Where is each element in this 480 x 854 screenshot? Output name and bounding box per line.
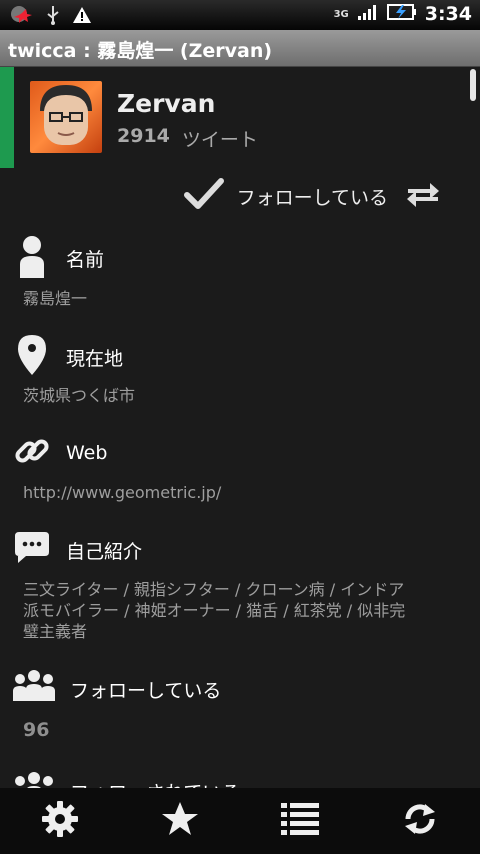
follow-status-row: フォローしている [183, 177, 440, 215]
check-icon [183, 177, 225, 215]
section-title: 現在地 [66, 347, 124, 370]
favorites-button[interactable] [120, 788, 240, 854]
refresh-icon [401, 800, 439, 842]
lists-button[interactable] [240, 788, 360, 854]
star-icon [161, 800, 199, 842]
signal-icon [357, 3, 379, 25]
title-bar: twicca : 霧島煌一 (Zervan) [0, 30, 480, 67]
status-bar: 3G 3:34 [0, 0, 480, 30]
list-icon [280, 800, 320, 842]
name-value: 霧島煌一 [23, 289, 88, 308]
people-group-icon [12, 667, 56, 711]
refresh-button[interactable] [360, 788, 480, 854]
app-title: twicca : 霧島煌一 (Zervan) [8, 40, 273, 62]
person-icon [12, 234, 52, 282]
status-accent-bar [0, 67, 14, 168]
battery-charging-icon [386, 2, 417, 26]
following-count: 96 [23, 719, 50, 741]
bio-line: 三文ライター / 親指シフター / クローン病 / インドア [23, 580, 405, 599]
section-title: フォローしている [70, 679, 222, 702]
section-title: Web [66, 442, 108, 464]
location-value: 茨城県つくば市 [23, 386, 136, 405]
link-icon [12, 429, 52, 477]
people-group-icon [12, 769, 56, 788]
section-title: 名前 [66, 248, 105, 271]
screen-name: Zervan [117, 89, 216, 118]
section-title: 自己紹介 [66, 540, 143, 563]
swap-arrows-icon[interactable] [406, 179, 440, 213]
bio-line: 派モバイラー / 神姫オーナー / 猫舌 / 紅茶党 / 似非完 [23, 601, 406, 620]
speech-bubble-icon [12, 526, 52, 574]
tweet-label: ツイート [181, 129, 258, 151]
bottom-toolbar [0, 788, 480, 854]
settings-icon [41, 800, 79, 842]
section-title: フォローされている [70, 778, 240, 789]
notification-app-icon [8, 3, 34, 31]
scrollbar[interactable] [470, 69, 476, 101]
bio-line: 璧主義者 [23, 622, 88, 641]
network-type-label: 3G [333, 8, 349, 20]
tweet-count: 2914 [117, 125, 170, 147]
web-url[interactable]: http://www.geometric.jp/ [23, 482, 463, 503]
usb-icon [46, 4, 60, 30]
follow-status-label: フォローしている [236, 186, 388, 209]
avatar[interactable] [30, 81, 102, 153]
settings-button[interactable] [0, 788, 120, 854]
tweet-count-row[interactable]: 2914 ツイート [117, 125, 258, 152]
clock: 3:34 [424, 3, 472, 25]
map-pin-icon [12, 333, 52, 381]
profile-content[interactable]: Zervan 2914 ツイート フォローしている 名前 霧島煌一 現在地 茨城… [0, 67, 480, 788]
warning-icon [72, 6, 92, 28]
bio-text: 三文ライター / 親指シフター / クローン病 / インドア 派モバイラー / … [23, 579, 463, 642]
